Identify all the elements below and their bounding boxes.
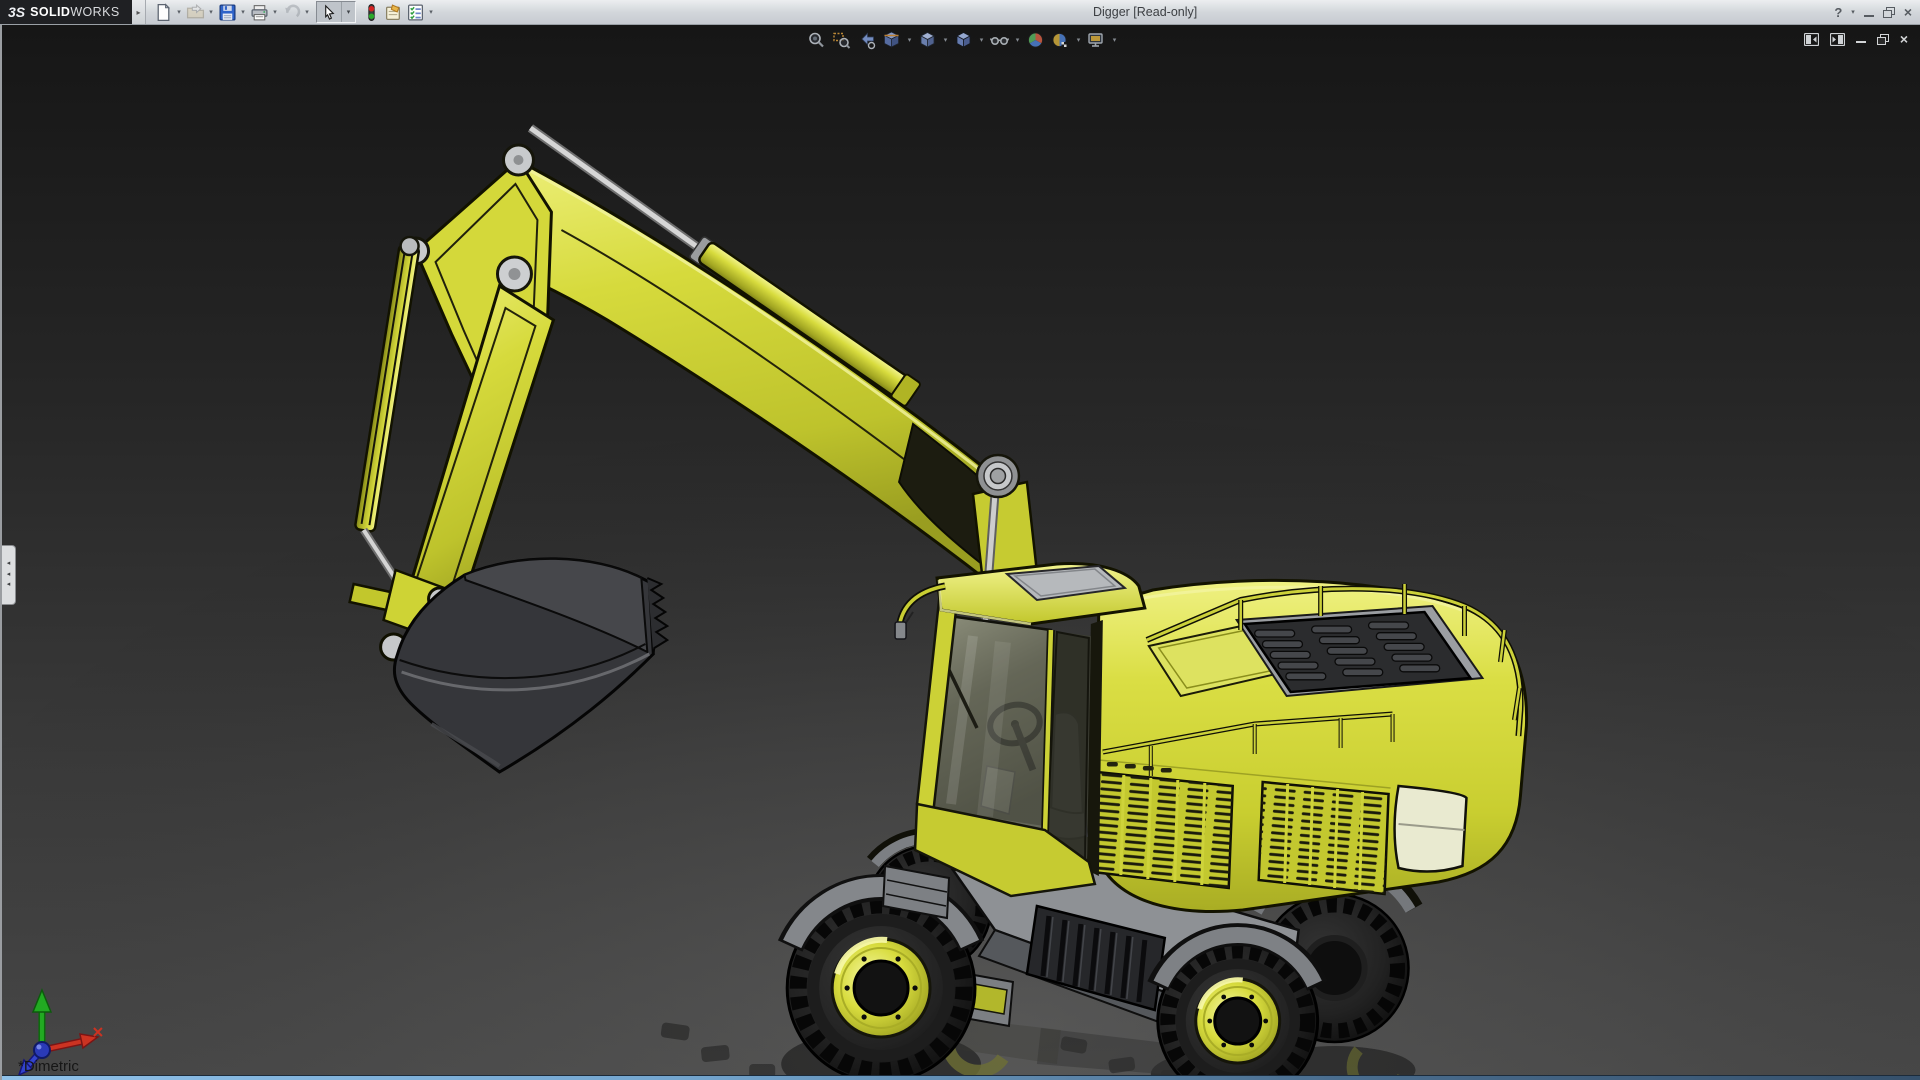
- toolbar-options-button[interactable]: [404, 1, 426, 23]
- window-controls: ? ▾ ×: [1834, 0, 1912, 24]
- select-cursor-icon: [324, 4, 334, 20]
- solidworks-window: 3S SOLID WORKS ▸ ▾ ▾ ▾ ▾ ▾ ▾ ▾ Digger [R…: [0, 0, 1920, 1080]
- document-close-button[interactable]: ×: [1900, 32, 1908, 46]
- view-settings-icon: [1088, 33, 1103, 47]
- model-scene: [2, 24, 1920, 1080]
- edit-appearance-icon: [1028, 32, 1043, 48]
- section-view-button[interactable]: [880, 29, 903, 51]
- apply-scene-button[interactable]: [1049, 29, 1072, 51]
- side-grille-right: [1257, 780, 1390, 896]
- new-document-button[interactable]: [152, 1, 174, 23]
- hide-show-items-button[interactable]: [988, 29, 1011, 51]
- hide-show-glasses-icon: [989, 37, 1010, 46]
- document-restore-button[interactable]: [1876, 33, 1889, 45]
- select-tool-group: ▾: [316, 1, 356, 23]
- view-orientation-label: *Dimetric: [18, 1058, 79, 1075]
- undo-button[interactable]: [280, 1, 302, 23]
- graphics-area[interactable]: ▾ ▾ ▾ ▾ ▾ ▾ × ◂ ◂ ◂ *Dimetric: [0, 24, 1920, 1080]
- view-orientation-icon: [920, 32, 935, 48]
- open-document-button[interactable]: [184, 1, 206, 23]
- open-document-dropdown[interactable]: ▾: [206, 1, 216, 23]
- main-toolbar: ▾ ▾ ▾ ▾ ▾ ▾ ▾: [152, 0, 436, 24]
- restore-button[interactable]: [1882, 6, 1895, 18]
- new-document-dropdown[interactable]: ▾: [174, 1, 184, 23]
- annotation-note-button[interactable]: [382, 1, 404, 23]
- apply-scene-icon: [1052, 33, 1067, 47]
- open-document-icon: [186, 3, 204, 18]
- section-view-dropdown[interactable]: ▾: [905, 29, 914, 51]
- select-button[interactable]: [317, 2, 341, 22]
- print-icon: [250, 4, 268, 20]
- zoom-to-fit-icon: [809, 32, 824, 48]
- display-style-button[interactable]: [952, 29, 975, 51]
- side-grille-left: [1091, 770, 1235, 890]
- zoom-to-area-icon: [833, 32, 851, 49]
- collapse-pane-right-button[interactable]: [1829, 32, 1845, 46]
- stoplight-icon: [367, 3, 375, 21]
- taskbar-edge: [2, 1075, 1920, 1080]
- pane-left-icon: [1803, 32, 1819, 46]
- options-checklist-icon: [407, 3, 423, 21]
- view-orientation-dropdown[interactable]: ▾: [941, 29, 950, 51]
- edit-appearance-button[interactable]: [1024, 29, 1047, 51]
- apply-scene-dropdown[interactable]: ▾: [1074, 29, 1083, 51]
- display-style-dropdown[interactable]: ▾: [977, 29, 986, 51]
- zoom-to-area-button[interactable]: [830, 29, 853, 51]
- save-dropdown[interactable]: ▾: [238, 1, 248, 23]
- undo-icon: [284, 4, 300, 17]
- print-button[interactable]: [248, 1, 270, 23]
- engine-housing[interactable]: [1086, 578, 1529, 914]
- front-right-wheel[interactable]: [1147, 923, 1329, 1080]
- select-dropdown[interactable]: ▾: [341, 2, 355, 22]
- titlebar: 3S SOLID WORKS ▸ ▾ ▾ ▾ ▾ ▾ ▾ ▾ Digger [R…: [0, 0, 1920, 25]
- section-view-icon: [883, 31, 900, 48]
- toolbar-options-dropdown[interactable]: ▾: [426, 1, 436, 23]
- zoom-to-fit-button[interactable]: [805, 29, 828, 51]
- window-title: Digger [Read-only]: [1093, 5, 1198, 19]
- previous-view-icon: [861, 32, 876, 50]
- display-style-icon: [956, 32, 971, 48]
- triad-origin: [32, 1041, 51, 1059]
- view-settings-dropdown[interactable]: ▾: [1110, 29, 1119, 51]
- solidworks-logo: 3S SOLID WORKS: [0, 0, 132, 24]
- previous-view-button[interactable]: [855, 29, 878, 51]
- menu-expand-tab[interactable]: ▸: [132, 0, 146, 24]
- undo-dropdown[interactable]: ▾: [302, 1, 312, 23]
- note-icon: [385, 3, 400, 20]
- save-icon: [218, 3, 236, 21]
- view-orientation-button[interactable]: [916, 29, 939, 51]
- pane-right-icon: [1829, 32, 1845, 46]
- collapse-pane-left-button[interactable]: [1803, 32, 1819, 46]
- save-button[interactable]: [216, 1, 238, 23]
- view-settings-button[interactable]: [1085, 29, 1108, 51]
- hide-show-items-dropdown[interactable]: ▾: [1013, 29, 1022, 51]
- document-window-controls: ×: [1803, 32, 1908, 46]
- new-document-icon: [157, 2, 170, 21]
- headsup-view-toolbar: ▾ ▾ ▾ ▾ ▾ ▾: [805, 28, 1119, 52]
- document-minimize-button[interactable]: [1855, 41, 1866, 43]
- mirror: [894, 621, 907, 640]
- print-dropdown[interactable]: ▾: [270, 1, 280, 23]
- feature-pane-collapse-tab[interactable]: ◂ ◂ ◂: [2, 545, 16, 605]
- help-dropdown[interactable]: ▾: [1851, 8, 1855, 16]
- minimize-button[interactable]: [1863, 15, 1874, 17]
- dassault-3ds-logo: 3S: [8, 4, 26, 20]
- close-button[interactable]: ×: [1904, 5, 1912, 19]
- appearance-stoplight-button[interactable]: [360, 1, 382, 23]
- help-button[interactable]: ?: [1834, 5, 1842, 20]
